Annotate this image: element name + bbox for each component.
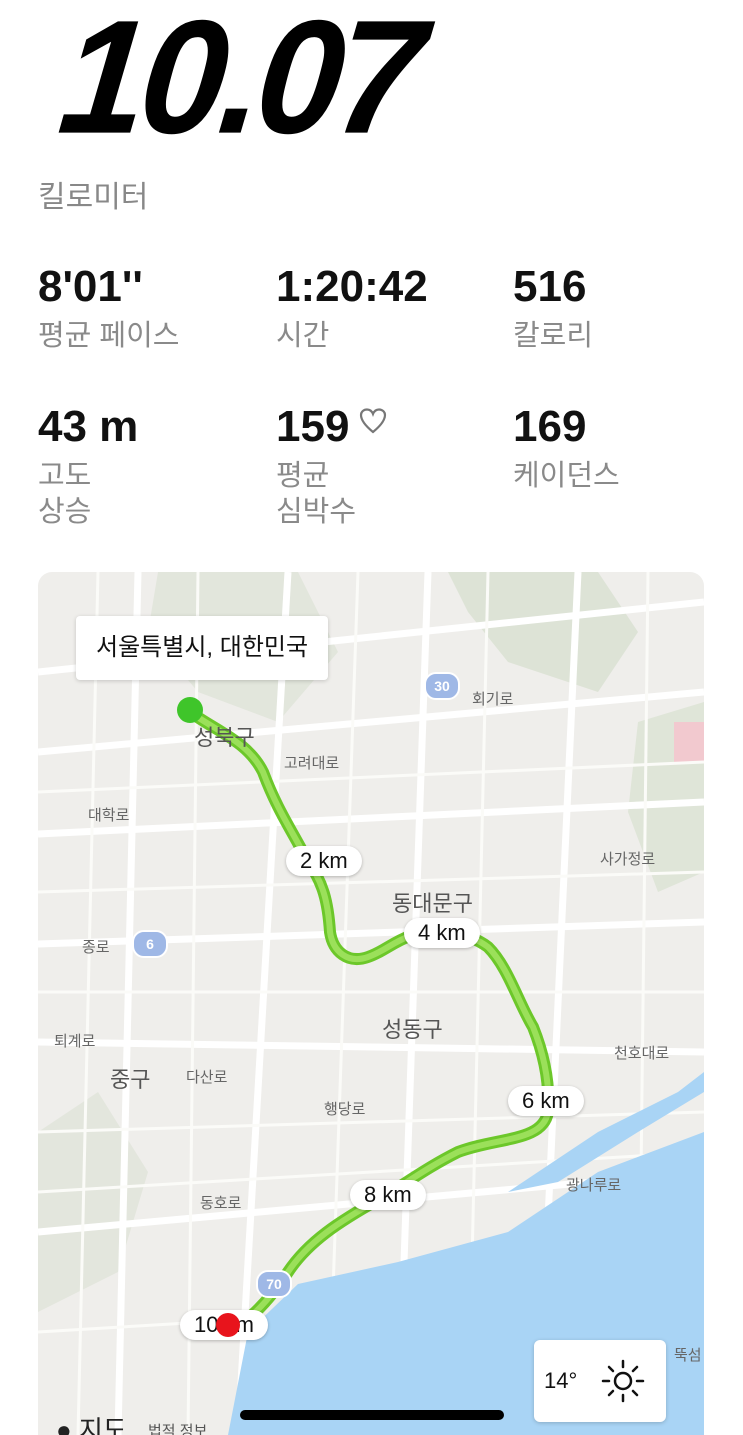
weather-temp: 14° xyxy=(544,1368,578,1393)
district-label: 성북구 xyxy=(194,725,255,750)
district-label: 동대문구 xyxy=(392,891,473,916)
apple-icon: ● xyxy=(56,1415,72,1435)
stat-label: 평균 페이스 xyxy=(38,320,180,352)
maps-attribution: ● 지도 xyxy=(56,1410,127,1435)
road-label: 퇴계로 xyxy=(54,1033,96,1050)
distance-unit: 킬로미터 xyxy=(38,181,149,214)
stat-value: 516 xyxy=(513,262,587,311)
heart-icon xyxy=(359,395,387,445)
route-shield: 70 xyxy=(256,1270,292,1298)
road-label: 행당로 xyxy=(324,1101,366,1118)
stat-time: 1:20:42 시간 xyxy=(276,262,428,354)
stat-value: 169 xyxy=(513,402,587,451)
road-label: 고려대로 xyxy=(284,755,340,772)
km-marker: 6 km xyxy=(508,1086,584,1116)
distance-value: 10.07 xyxy=(52,0,427,168)
stat-calories: 516 칼로리 xyxy=(513,262,593,354)
district-label: 성동구 xyxy=(382,1017,443,1042)
stat-label: 고도 상승 xyxy=(38,460,92,528)
route-shield: 30 xyxy=(424,672,460,700)
stat-avg-pace: 8'01'' 평균 페이스 xyxy=(38,262,179,354)
district-label: 중구 xyxy=(110,1067,151,1092)
road-label: 광나루로 xyxy=(566,1177,622,1194)
road-label: 종로 xyxy=(82,939,110,956)
road-label: 동호로 xyxy=(200,1195,242,1212)
map-canvas xyxy=(38,572,704,1435)
road-label: 대학로 xyxy=(88,807,130,824)
stat-label: 평균 심박수 xyxy=(276,460,357,528)
road-label: 다산로 xyxy=(186,1069,228,1086)
stat-value: 1:20:42 xyxy=(276,262,428,311)
road-label: 천호대로 xyxy=(614,1045,670,1062)
stat-value: 43 m xyxy=(38,402,139,451)
km-marker: 8 km xyxy=(350,1180,426,1210)
stat-value: 159 xyxy=(276,402,350,451)
route-map[interactable]: 서울특별시, 대한민국 성북구 동대문구 성동구 중구 회기로 고려대로 사가정… xyxy=(38,572,704,1435)
home-indicator[interactable] xyxy=(240,1410,504,1420)
stat-label: 시간 xyxy=(276,320,330,352)
stat-label: 케이던스 xyxy=(513,460,620,492)
road-label: 회기로 xyxy=(472,691,514,708)
km-marker: 4 km xyxy=(404,918,480,948)
location-label: 서울특별시, 대한민국 xyxy=(76,616,329,680)
end-marker xyxy=(216,1313,240,1337)
stat-label: 칼로리 xyxy=(513,320,594,352)
stat-value-row: 159 xyxy=(276,402,387,452)
stat-value: 8'01'' xyxy=(38,262,143,311)
road-label: 뚝섬 xyxy=(674,1347,702,1364)
stat-cadence: 169 케이던스 xyxy=(513,402,620,494)
stat-elevation-gain: 43 m 고도 상승 xyxy=(38,402,138,530)
legal-link[interactable]: 법적 정보 xyxy=(148,1420,207,1435)
maps-label: 지도 xyxy=(78,1415,127,1435)
road-label: 사가정로 xyxy=(600,851,656,868)
weather-widget[interactable]: 14° xyxy=(534,1340,666,1422)
stat-avg-heart-rate: 159 평균 심박수 xyxy=(276,402,387,530)
route-shield: 6 xyxy=(132,930,168,958)
km-marker: 2 km xyxy=(286,846,362,876)
